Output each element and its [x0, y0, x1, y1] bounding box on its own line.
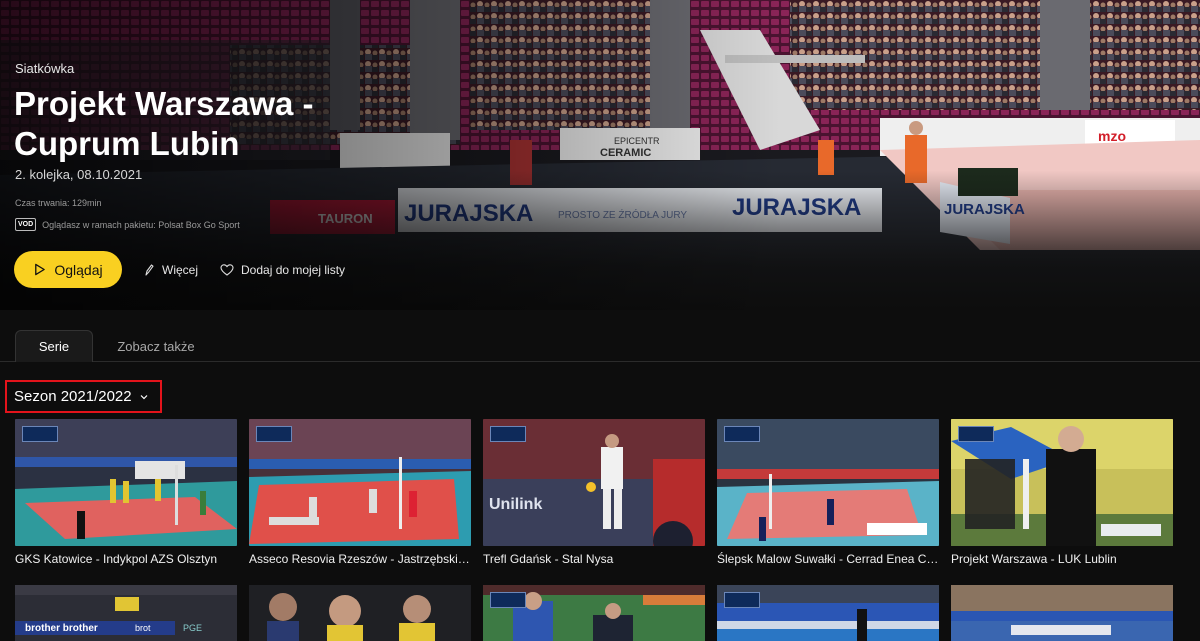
package-label: Oglądasz w ramach pakietu: Polsat Box Go…	[42, 219, 240, 230]
duration-label: Czas trwania: 129min	[15, 198, 102, 208]
more-button[interactable]: Więcej	[142, 263, 198, 277]
episode-thumbnail[interactable]: brother brother brot PGE	[15, 585, 237, 641]
heart-icon	[220, 263, 234, 276]
action-bar: Oglądaj Więcej Dodaj do mojej listy	[14, 251, 345, 288]
watch-button-label: Oglądaj	[54, 261, 103, 278]
tab-series[interactable]: Serie	[15, 330, 93, 362]
play-icon	[35, 263, 46, 276]
pen-icon	[145, 263, 154, 276]
episode-subtitle: 2. kolejka, 08.10.2021	[15, 167, 143, 182]
svg-text:PGE: PGE	[183, 623, 202, 633]
scoreboard-badge	[490, 426, 526, 442]
svg-text:brot: brot	[135, 623, 151, 633]
scoreboard-badge	[256, 426, 292, 442]
episode-card[interactable]: Asseco Resovia Rzeszów - Jastrzębski Węg…	[249, 419, 471, 566]
svg-text:Unilink: Unilink	[489, 496, 542, 513]
episode-thumbnail[interactable]	[951, 419, 1173, 546]
chevron-down-icon	[140, 394, 148, 399]
add-to-list-label: Dodaj do mojej listy	[241, 262, 346, 277]
episode-title: Trefl Gdańsk - Stal Nysa	[483, 552, 614, 566]
episode-thumbnail[interactable]: Unilink	[483, 419, 705, 546]
season-dropdown-label: Sezon 2021/2022	[14, 388, 132, 405]
scoreboard-badge	[724, 426, 760, 442]
episode-thumbnail[interactable]	[951, 585, 1173, 641]
episode-card[interactable]: GKS Katowice - Indykpol AZS Olsztyn	[15, 419, 237, 566]
tab-see-also[interactable]: Zobacz także	[104, 330, 208, 362]
scoreboard-badge	[22, 426, 58, 442]
scoreboard-badge	[490, 592, 526, 608]
episode-thumbnail[interactable]	[249, 585, 471, 641]
episode-thumbnail[interactable]	[483, 585, 705, 641]
episode-title: Asseco Resovia Rzeszów - Jastrzębski Węg…	[249, 552, 471, 566]
package-info: VOD Oglądasz w ramach pakietu: Polsat Bo…	[15, 218, 240, 231]
episode-title: Ślepsk Malow Suwałki - Cerrad Enea Czarn…	[717, 552, 939, 566]
episode-thumbnail[interactable]	[15, 419, 237, 546]
scoreboard-badge	[958, 426, 994, 442]
page-title: Projekt Warszawa - Cuprum Lubin	[14, 85, 314, 162]
episode-title: GKS Katowice - Indykpol AZS Olsztyn	[15, 552, 218, 566]
episode-card[interactable]: Ślepsk Malow Suwałki - Cerrad Enea Czarn…	[717, 419, 939, 566]
episode-thumbnail[interactable]	[249, 419, 471, 546]
episode-card[interactable]: Unilink Trefl Gdańsk - Stal Nysa	[483, 419, 705, 566]
episode-thumbnail[interactable]	[717, 585, 939, 641]
episode-thumbnail[interactable]	[717, 419, 939, 546]
watch-button[interactable]: Oglądaj	[14, 251, 122, 288]
hero-section: EPICENTR CERAMIC mzo TAURON JURAJSKA PRO…	[0, 0, 1200, 310]
svg-text:brother brother: brother brother	[25, 623, 98, 634]
content-tabs: Serie Zobacz także	[0, 330, 1200, 362]
vod-badge: VOD	[15, 218, 37, 231]
more-button-label: Więcej	[162, 262, 199, 277]
episode-title: Projekt Warszawa - LUK Lublin	[951, 552, 1117, 566]
episode-card[interactable]: Projekt Warszawa - LUK Lublin	[951, 419, 1173, 566]
season-dropdown[interactable]: Sezon 2021/2022	[5, 380, 162, 413]
add-to-list-button[interactable]: Dodaj do mojej listy	[220, 263, 345, 277]
category-label: Siatkówka	[15, 61, 75, 76]
scoreboard-badge	[724, 592, 760, 608]
